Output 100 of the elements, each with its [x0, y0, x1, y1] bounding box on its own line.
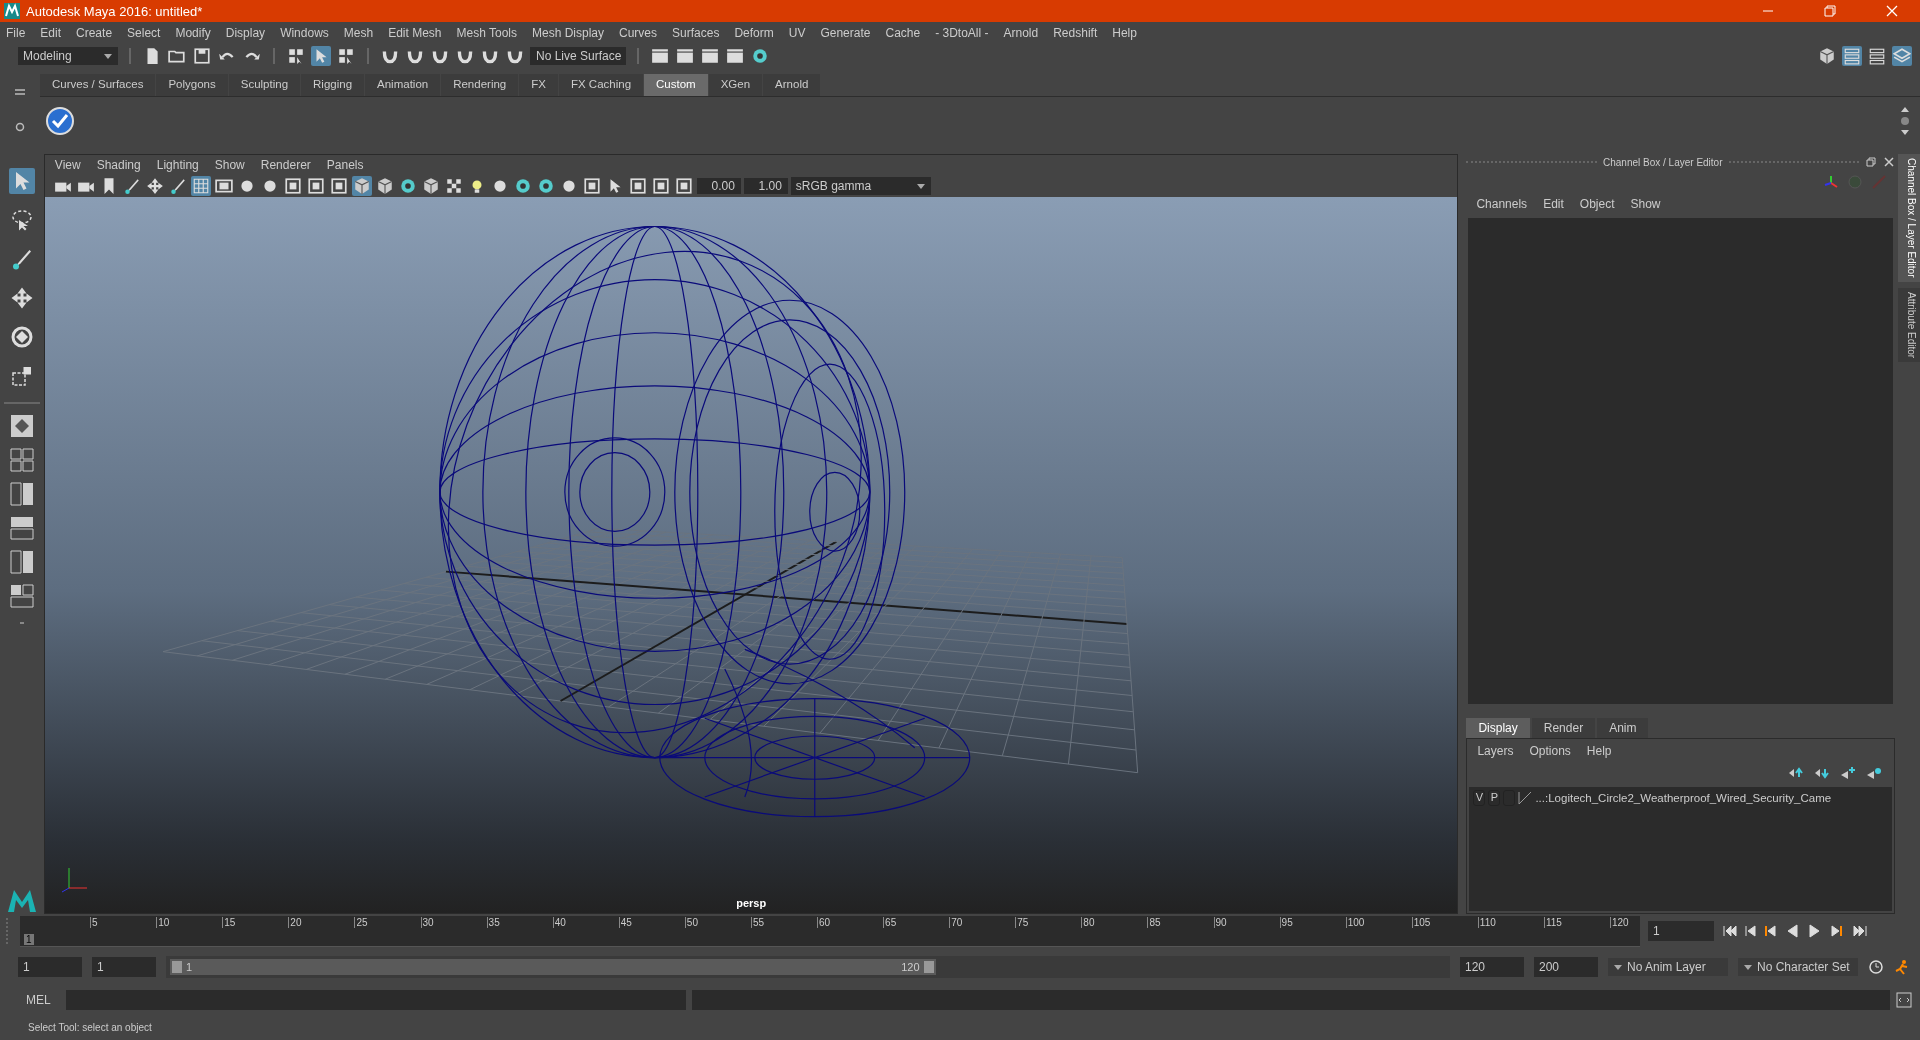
- float-icon[interactable]: [1865, 156, 1878, 168]
- menu-item[interactable]: Generate: [820, 26, 871, 40]
- sphere-icon[interactable]: [750, 46, 770, 66]
- square-icon[interactable]: [627, 176, 648, 196]
- running-figure-icon[interactable]: [1894, 959, 1910, 975]
- clock-icon[interactable]: [1868, 959, 1884, 975]
- playback-start-field[interactable]: 1: [92, 957, 156, 977]
- shelf-tab[interactable]: XGen: [708, 74, 763, 96]
- current-frame-field[interactable]: 1: [1648, 921, 1714, 941]
- command-language-label[interactable]: MEL: [26, 993, 60, 1007]
- layer-menu-item[interactable]: Options: [1529, 744, 1571, 758]
- color-swatch-icon[interactable]: [1518, 791, 1533, 805]
- shelf-tab[interactable]: Arnold: [763, 74, 821, 96]
- shelf-tab[interactable]: Rigging: [301, 74, 365, 96]
- list-icon[interactable]: [1867, 46, 1887, 66]
- layer-menu-item[interactable]: Help: [1586, 744, 1612, 758]
- single-pane-icon[interactable]: [9, 414, 34, 438]
- shelf-tab[interactable]: Custom: [644, 74, 708, 96]
- side-tab[interactable]: Channel Box / Layer Editor: [1898, 154, 1920, 282]
- panel-menu-item[interactable]: Renderer: [260, 158, 311, 172]
- visibility-toggle[interactable]: V: [1473, 790, 1486, 806]
- component-icon[interactable]: [336, 46, 356, 66]
- menu-item[interactable]: Create: [76, 26, 113, 40]
- square-icon[interactable]: [673, 176, 694, 196]
- layer-editor-tab[interactable]: Anim: [1597, 718, 1649, 738]
- playback-end-field[interactable]: 120: [1460, 957, 1524, 977]
- new-layer-dot-icon[interactable]: [1866, 767, 1883, 779]
- live-surface-field[interactable]: No Live Surface: [530, 47, 626, 65]
- shelf-tab[interactable]: Animation: [365, 74, 441, 96]
- shelf-tab[interactable]: Curves / Surfaces: [40, 74, 156, 96]
- shelf-tab[interactable]: FX Caching: [558, 74, 644, 96]
- new-layer-icon[interactable]: [1840, 767, 1857, 779]
- move-layer-down-icon[interactable]: [1814, 767, 1831, 779]
- close-icon[interactable]: [1886, 5, 1898, 17]
- panel-menu-item[interactable]: Panels: [326, 158, 364, 172]
- layer-editor-tab[interactable]: Render: [1531, 718, 1596, 738]
- square-icon[interactable]: [581, 176, 602, 196]
- move-layer-up-icon[interactable]: [1788, 767, 1805, 779]
- time-slider[interactable]: 1 5 10 15 20 25 30 35 40 45 50 55 60 65 70 75 80 85 90 95 100 105 110 115 120: [20, 915, 1640, 947]
- script-editor-icon[interactable]: [1896, 992, 1912, 1008]
- menu-item[interactable]: Redshift: [1053, 26, 1098, 40]
- pick-icon[interactable]: [311, 46, 331, 66]
- menu-item[interactable]: Mesh Display: [532, 26, 605, 40]
- side-tab[interactable]: Attribute Editor: [1898, 287, 1920, 362]
- menu-item[interactable]: Curves: [619, 26, 658, 40]
- square-icon[interactable]: [305, 176, 326, 196]
- menu-item[interactable]: Select: [127, 26, 161, 40]
- menu-item[interactable]: Cache: [885, 26, 921, 40]
- square-icon[interactable]: [650, 176, 671, 196]
- range-slider[interactable]: 1 120: [166, 956, 1450, 978]
- layer-menu-item[interactable]: Layers: [1477, 744, 1514, 758]
- four-pane-icon[interactable]: [9, 448, 34, 472]
- menu-item[interactable]: File: [6, 26, 26, 40]
- layer-editor-tab[interactable]: Display: [1466, 718, 1530, 738]
- two-pane-icon[interactable]: [9, 482, 34, 506]
- channel-menu-item[interactable]: Channels: [1476, 197, 1528, 211]
- clapper-icon[interactable]: [700, 46, 720, 66]
- menu-item[interactable]: Surfaces: [672, 26, 720, 40]
- outliner-pane-icon[interactable]: [9, 584, 34, 608]
- menu-item[interactable]: Mesh: [343, 26, 374, 40]
- restore-icon[interactable]: [1824, 5, 1836, 17]
- grid-icon[interactable]: [190, 176, 211, 196]
- axes-icon[interactable]: [1823, 174, 1840, 190]
- panel-menu-item[interactable]: View: [54, 158, 81, 172]
- menu-item[interactable]: Windows: [280, 26, 329, 40]
- channel-menu-item[interactable]: Object: [1579, 197, 1615, 211]
- clapper-icon[interactable]: [650, 46, 670, 66]
- checkmark-icon[interactable]: [46, 106, 74, 135]
- menu-item[interactable]: Edit Mesh: [388, 26, 442, 40]
- start-frame-field[interactable]: 1: [18, 957, 82, 977]
- cube-icon[interactable]: [351, 176, 372, 196]
- cube-icon[interactable]: [1817, 46, 1837, 66]
- square-icon[interactable]: [282, 176, 303, 196]
- stacked-pane-icon[interactable]: [9, 516, 34, 540]
- menu-item[interactable]: - 3DtoAll -: [935, 26, 989, 40]
- anim-layer-dropdown[interactable]: No Anim Layer: [1608, 958, 1728, 976]
- square-icon[interactable]: [328, 176, 349, 196]
- mode-dropdown[interactable]: Modeling: [18, 47, 118, 65]
- three-pane-icon[interactable]: [9, 550, 34, 574]
- shelf-tab[interactable]: Sculpting: [228, 74, 301, 96]
- menu-item[interactable]: Edit: [40, 26, 62, 40]
- panel-menu-item[interactable]: Shading: [96, 158, 141, 172]
- menu-item[interactable]: Display: [225, 26, 266, 40]
- character-set-dropdown[interactable]: No Character Set: [1738, 958, 1858, 976]
- color-space-dropdown[interactable]: sRGB gamma: [790, 177, 931, 195]
- shelf-tab[interactable]: Polygons: [156, 74, 228, 96]
- menu-item[interactable]: Mesh Tools: [456, 26, 517, 40]
- shelf-tab[interactable]: FX: [519, 74, 558, 96]
- shelf-tab[interactable]: Rendering: [441, 74, 519, 96]
- close-icon[interactable]: [1883, 156, 1896, 168]
- panel-menu-item[interactable]: Show: [214, 158, 245, 172]
- menu-item[interactable]: Arnold: [1003, 26, 1039, 40]
- layer-name[interactable]: ...:Logitech_Circle2_Weatherproof_Wired_Security_Came: [1535, 792, 1832, 804]
- menu-item[interactable]: Help: [1112, 26, 1137, 40]
- menu-item[interactable]: Modify: [175, 26, 211, 40]
- scroll-arrows-icon[interactable]: [1900, 105, 1910, 136]
- channel-menu-item[interactable]: Show: [1630, 197, 1661, 211]
- panel-menu-item[interactable]: Lighting: [156, 158, 199, 172]
- end-frame-field[interactable]: 200: [1534, 957, 1598, 977]
- hierarchy-icon[interactable]: [286, 46, 306, 66]
